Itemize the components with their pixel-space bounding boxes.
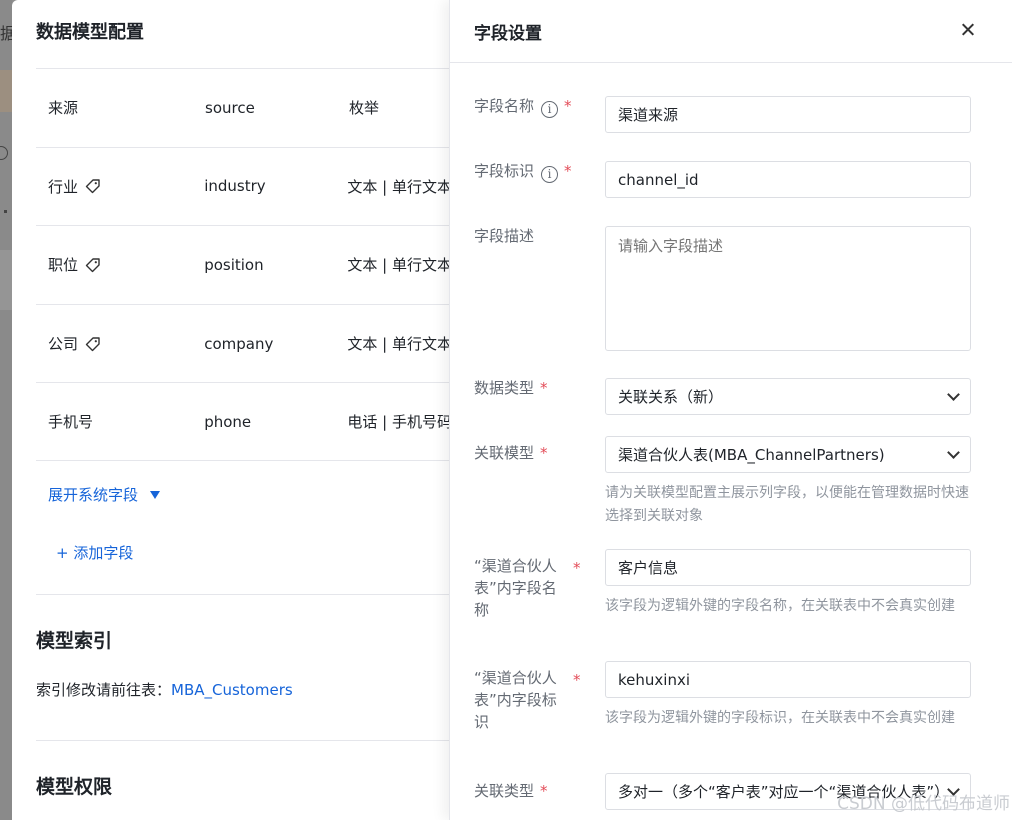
field-name: 手机号 bbox=[48, 413, 94, 432]
field-name-cell: 来源 bbox=[36, 97, 192, 118]
tag-icon bbox=[84, 335, 102, 353]
required-mark: * bbox=[540, 379, 548, 397]
fields-table: 来源 source 枚举 行业 industry 文本 | 单行文本 职位 position 文… bbox=[36, 68, 452, 461]
fk-id-hint: 该字段为逻辑外键的字段标识，在关联表中不会真实创建 bbox=[605, 710, 955, 726]
table-row[interactable]: 职位 position 文本 | 单行文本 bbox=[36, 225, 452, 304]
field-name-label-text: 字段名称 bbox=[474, 97, 535, 115]
field-desc-label: 字段描述 bbox=[474, 227, 535, 245]
field-name-cell: 手机号 bbox=[36, 411, 191, 432]
fk-name-input[interactable]: 客户信息 bbox=[605, 549, 971, 586]
rel-model-label: 关联模型 * bbox=[474, 442, 548, 464]
field-name-cell: 职位 bbox=[36, 254, 191, 275]
field-type-cell: 文本 | 单行文本 bbox=[347, 335, 452, 354]
required-mark: * bbox=[564, 162, 572, 180]
field-name-cell: 行业 bbox=[36, 176, 191, 197]
index-note-text: 索引修改请前往表： bbox=[36, 681, 172, 699]
model-index-title: 模型索引 bbox=[36, 630, 113, 652]
background-page: 据 bbox=[0, 0, 12, 820]
rel-type-label-text: 关联类型 bbox=[474, 782, 535, 800]
drawer-title: 字段设置 bbox=[474, 23, 542, 44]
expand-system-fields-link[interactable]: 展开系统字段 bbox=[48, 484, 161, 505]
data-type-select[interactable]: 关联关系（新） bbox=[605, 378, 971, 415]
field-type-cell: 文本 | 单行文本 bbox=[347, 177, 452, 196]
watermark: CSDN @低代码布道师 bbox=[837, 794, 1010, 814]
field-type-cell: 枚举 bbox=[349, 99, 380, 118]
rel-model-label-text: 关联模型 bbox=[474, 444, 535, 462]
panel-header: 数据模型配置 bbox=[12, 0, 452, 64]
field-name: 公司 bbox=[48, 335, 79, 354]
field-id-cell: phone bbox=[204, 412, 252, 431]
field-id-cell: company bbox=[204, 334, 274, 353]
close-icon[interactable] bbox=[958, 20, 978, 40]
field-type-cell: 文本 | 单行文本 bbox=[347, 256, 452, 275]
expand-label: 展开系统字段 bbox=[48, 486, 139, 504]
rel-model-hint: 请为关联模型配置主展示列字段，以便能在管理数据时快速选择到关联对象 bbox=[605, 485, 969, 524]
rel-type-label: 关联类型 * bbox=[474, 780, 548, 802]
field-desc-textarea[interactable] bbox=[605, 226, 971, 351]
index-table-link[interactable]: MBA_Customers bbox=[171, 681, 293, 699]
required-mark: * bbox=[540, 444, 548, 462]
chevron-down-icon bbox=[947, 445, 960, 459]
field-type-cell: 电话 | 手机号码 bbox=[347, 413, 452, 432]
fk-name-hint: 该字段为逻辑外键的字段名称，在关联表中不会真实创建 bbox=[605, 598, 955, 614]
index-note: 索引修改请前往表：MBA_Customers bbox=[36, 679, 293, 700]
fk-name-label: “渠道合伙人表”内字段名称 bbox=[474, 557, 557, 619]
tag-icon bbox=[84, 177, 102, 195]
rel-model-value: 渠道合伙人表(MBA_ChannelPartners) bbox=[618, 446, 885, 464]
table-row[interactable]: 来源 source 枚举 bbox=[36, 68, 452, 147]
add-field-button[interactable]: + 添加字段 bbox=[56, 542, 133, 563]
required-mark: * bbox=[540, 782, 548, 800]
divider bbox=[36, 594, 452, 595]
fk-id-label: “渠道合伙人表”内字段标识 bbox=[474, 669, 557, 731]
chevron-down-icon bbox=[947, 387, 960, 401]
data-model-config-panel: 数据模型配置 来源 source 枚举 行业 industry 文本 | 单行文本 职位 po… bbox=[12, 0, 452, 820]
required-mark: * bbox=[573, 559, 581, 577]
background-dot bbox=[4, 210, 7, 213]
background-block bbox=[0, 250, 12, 310]
info-icon[interactable]: i bbox=[541, 166, 559, 183]
field-id-cell: industry bbox=[204, 177, 266, 196]
field-id-cell: position bbox=[204, 255, 264, 274]
field-id-cell: source bbox=[205, 98, 255, 117]
table-row[interactable]: 手机号 phone 电话 | 手机号码 bbox=[36, 382, 452, 461]
model-permission-title: 模型权限 bbox=[36, 776, 113, 798]
tag-icon bbox=[84, 256, 102, 274]
data-type-label: 数据类型 * bbox=[474, 377, 548, 399]
background-title: 据 bbox=[0, 24, 12, 43]
required-mark: * bbox=[573, 671, 581, 689]
table-row[interactable]: 行业 industry 文本 | 单行文本 bbox=[36, 146, 452, 226]
field-settings-drawer: 字段设置 字段名称 i * 渠道来源 字段标识 i * channel_id 字段描述 … bbox=[449, 0, 1012, 820]
field-name: 职位 bbox=[48, 256, 79, 275]
field-id-input[interactable]: channel_id bbox=[605, 161, 971, 198]
required-mark: * bbox=[564, 97, 572, 115]
drawer-header: 字段设置 bbox=[450, 0, 1012, 63]
field-name-input[interactable]: 渠道来源 bbox=[605, 96, 971, 133]
divider bbox=[36, 740, 452, 741]
background-block bbox=[0, 70, 12, 112]
field-name-label: 字段名称 i * bbox=[474, 95, 572, 118]
panel-title: 数据模型配置 bbox=[36, 22, 144, 43]
info-icon[interactable]: i bbox=[541, 101, 559, 118]
field-name-cell: 公司 bbox=[36, 333, 191, 354]
caret-down-icon bbox=[150, 490, 161, 499]
rel-model-select[interactable]: 渠道合伙人表(MBA_ChannelPartners) bbox=[605, 436, 971, 473]
field-id-label-text: 字段标识 bbox=[474, 162, 535, 180]
data-type-label-text: 数据类型 bbox=[474, 379, 535, 397]
fk-id-input[interactable]: kehuxinxi bbox=[605, 661, 971, 698]
data-type-value: 关联关系（新） bbox=[618, 388, 724, 406]
field-name: 来源 bbox=[48, 99, 79, 118]
table-row[interactable]: 公司 company 文本 | 单行文本 bbox=[36, 303, 452, 383]
field-name: 行业 bbox=[48, 177, 79, 196]
field-id-label: 字段标识 i * bbox=[474, 160, 572, 183]
background-info-icon bbox=[0, 146, 8, 160]
